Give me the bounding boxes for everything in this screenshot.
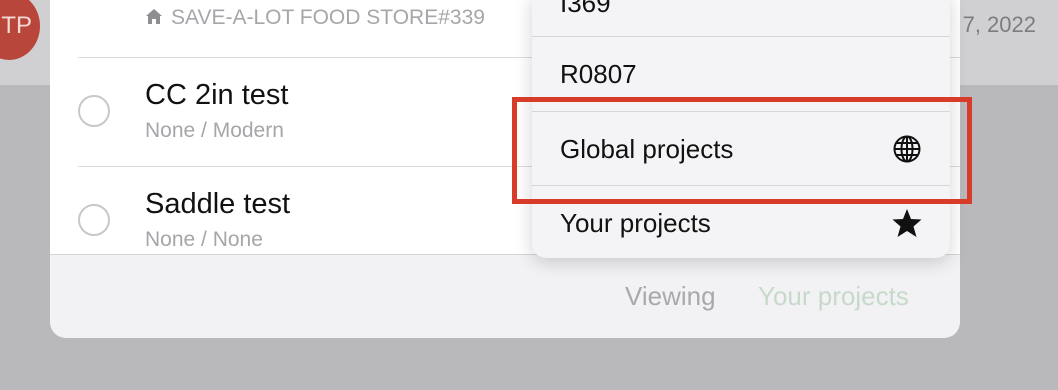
filter-dropdown-button[interactable]: Your projects: [758, 281, 909, 312]
project-subtitle: SAVE-A-LOT FOOD STORE#339: [145, 6, 485, 30]
menu-item-label: Your projects: [560, 207, 711, 238]
menu-item-label: R0807: [560, 58, 637, 89]
project-title: CC 2in test: [145, 79, 289, 111]
project-title: Saddle test: [145, 188, 291, 220]
background-date: 7, 2022: [962, 12, 1036, 37]
star-icon: [892, 209, 922, 237]
project-subtitle: None / None: [145, 228, 263, 251]
project-subtitle-text: SAVE-A-LOT FOOD STORE#339: [171, 6, 485, 29]
project-subtitle: None / Modern: [145, 119, 284, 142]
avatar-initials: TP: [1, 12, 32, 39]
menu-item-i369[interactable]: I369: [532, 0, 950, 40]
highlight-box: [512, 97, 972, 204]
radio-button[interactable]: [78, 204, 110, 236]
menu-item-label: I369: [560, 0, 611, 18]
radio-button[interactable]: [78, 95, 110, 127]
home-icon: [146, 9, 162, 24]
viewing-label: Viewing: [625, 281, 716, 311]
